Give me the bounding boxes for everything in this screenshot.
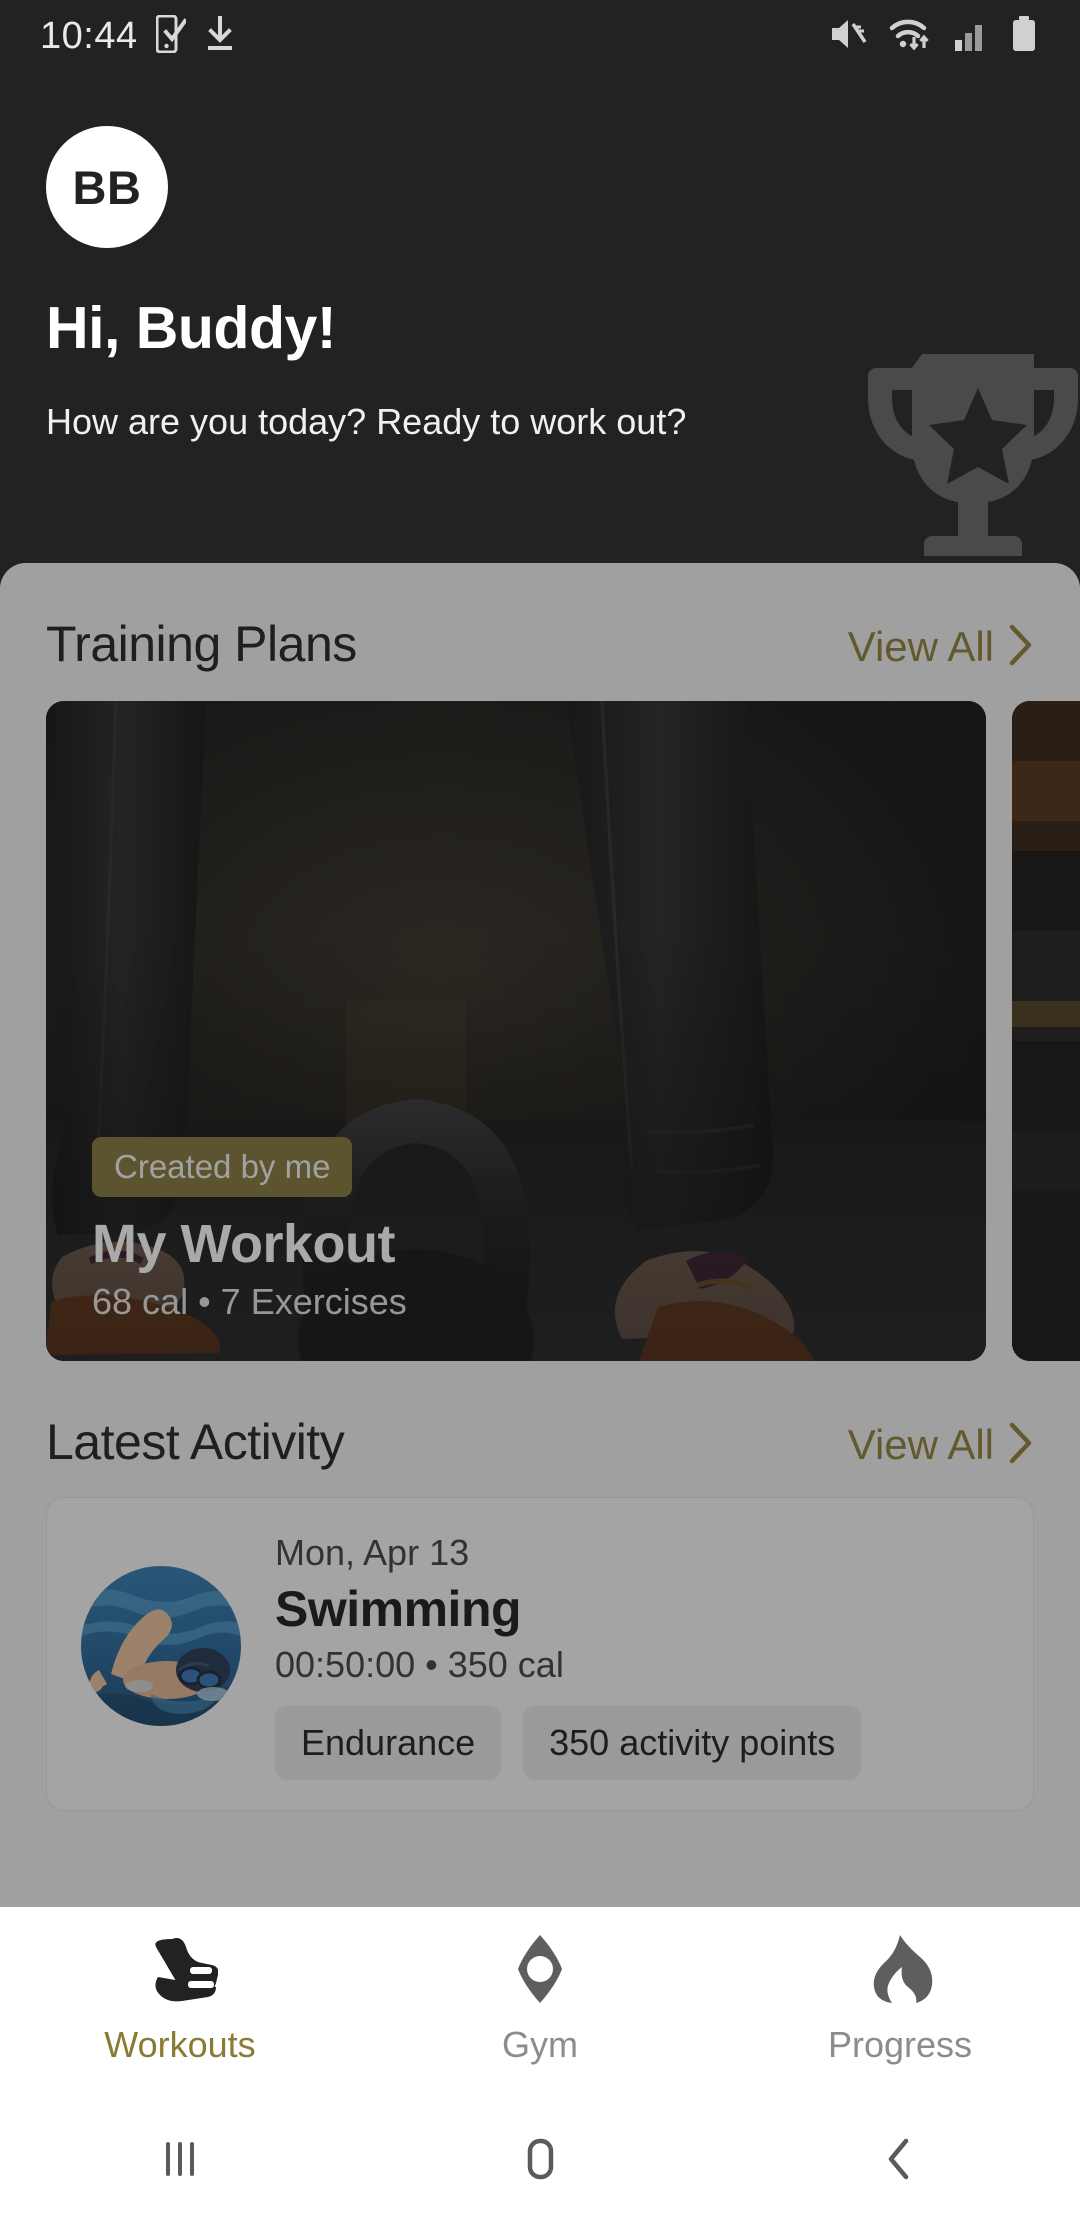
download-icon — [204, 15, 236, 58]
header-subtitle: How are you today? Ready to work out? — [46, 401, 687, 442]
nav-item-gym[interactable]: Gym — [360, 1907, 720, 2066]
view-all-label: View All — [847, 623, 994, 670]
training-plan-card-next[interactable] — [1012, 701, 1080, 1361]
training-plan-meta: 68 cal • 7 Exercises — [92, 1281, 407, 1322]
chevron-right-icon — [1008, 623, 1034, 672]
activity-list-item[interactable]: Mon, Apr 13 Swimming 00:50:00 • 350 cal … — [46, 1497, 1034, 1811]
status-bar-right — [828, 15, 1080, 58]
recents-icon[interactable] — [0, 2134, 360, 2184]
nav-item-workouts[interactable]: Workouts — [0, 1907, 360, 2066]
activity-name: Swimming — [275, 1581, 522, 1637]
bottom-navigation: Workouts Gym Progress — [0, 1907, 1080, 2097]
home-icon[interactable] — [360, 2134, 720, 2184]
training-plans-carousel[interactable]: Created by me My Workout 68 cal • 7 Exer… — [0, 701, 1080, 1361]
header-section: BB Hi, Buddy! How are you today? Ready t… — [0, 72, 1080, 567]
gym-photo — [1012, 701, 1080, 1361]
activity-chip-list: Endurance 350 activity points — [275, 1706, 999, 1780]
avatar-initials: BB — [72, 160, 142, 214]
training-plan-title: My Workout — [92, 1214, 396, 1274]
phone-check-icon — [155, 14, 188, 58]
content-sheet: Training Plans View All Created by me My… — [0, 563, 1080, 1907]
training-plan-card[interactable]: Created by me My Workout 68 cal • 7 Exer… — [46, 701, 986, 1361]
activity-date: Mon, Apr 13 — [275, 1532, 470, 1573]
activity-meta: 00:50:00 • 350 cal — [275, 1644, 564, 1685]
status-bar-clock: 10:44 — [40, 14, 138, 57]
page-title: Hi, Buddy! — [46, 295, 336, 361]
trophy-icon — [868, 340, 1080, 567]
flame-icon — [862, 1933, 938, 2010]
activity-chip-type: Endurance — [275, 1706, 502, 1780]
created-by-me-badge: Created by me — [92, 1137, 353, 1197]
battery-icon — [1010, 15, 1038, 58]
dumbbell-icon — [502, 1933, 578, 2010]
activity-chip-points: 350 activity points — [523, 1706, 862, 1780]
chevron-right-icon — [1008, 1421, 1034, 1470]
nav-label-workouts: Workouts — [104, 2024, 256, 2065]
mute-icon — [828, 15, 868, 58]
back-icon[interactable] — [720, 2134, 1080, 2184]
training-plans-view-all-button[interactable]: View All — [848, 623, 1034, 672]
view-all-label: View All — [847, 1421, 994, 1468]
training-plan-card-body: Created by me My Workout 68 cal • 7 Exer… — [92, 1137, 946, 1323]
training-plans-title: Training Plans — [46, 616, 357, 672]
training-plans-header: Training Plans View All — [0, 615, 1080, 673]
wifi-icon — [888, 15, 934, 58]
android-navigation-bar — [0, 2097, 1080, 2220]
shoe-icon — [142, 1933, 219, 2010]
activity-info: Mon, Apr 13 Swimming 00:50:00 • 350 cal … — [275, 1532, 999, 1780]
signal-icon — [954, 15, 990, 58]
nav-label-progress: Progress — [827, 2024, 973, 2065]
nav-item-progress[interactable]: Progress — [720, 1907, 1080, 2066]
latest-activity-view-all-button[interactable]: View All — [848, 1421, 1034, 1470]
swimmer-photo — [81, 1566, 241, 1726]
latest-activity-header: Latest Activity View All — [0, 1413, 1080, 1471]
latest-activity-title: Latest Activity — [46, 1414, 345, 1470]
status-bar-left: 10:44 — [0, 14, 236, 58]
nav-label-gym: Gym — [502, 2024, 578, 2065]
app-screen: 10:44 BB Hi, Buddy! How are you today? R… — [0, 0, 1080, 2220]
status-bar: 10:44 — [0, 0, 1080, 72]
avatar[interactable]: BB — [46, 126, 168, 248]
